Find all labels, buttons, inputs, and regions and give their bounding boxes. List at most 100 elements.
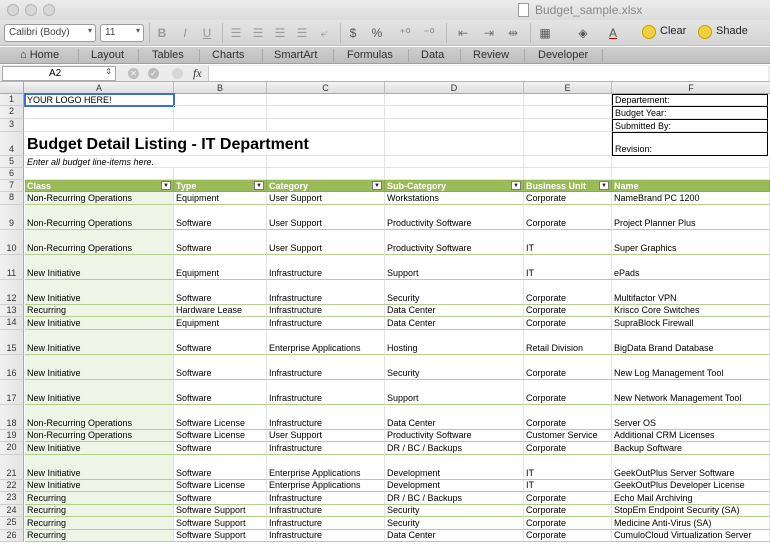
increase-decimal-icon[interactable]: ⁺⁰ (396, 24, 414, 42)
row-header[interactable]: 8 (0, 192, 24, 205)
row-header[interactable]: 24 (0, 504, 24, 517)
increase-indent-icon[interactable]: ⇥ (480, 24, 498, 42)
filter-dropdown-icon[interactable]: ▼ (254, 181, 264, 190)
cell-class[interactable]: Recurring (25, 517, 174, 530)
merge-cells-icon[interactable]: ⇹ (504, 24, 522, 42)
cell-sub-category[interactable]: Productivity Software (385, 429, 524, 442)
row-header[interactable]: 5 (0, 156, 24, 168)
cell-category[interactable]: Enterprise Applications (267, 454, 385, 480)
tab-data[interactable]: Data (421, 49, 444, 61)
cell-sub-category[interactable]: Data Center (385, 404, 524, 430)
row-header[interactable]: 12 (0, 279, 24, 305)
cell-name[interactable]: Krisco Core Switches (612, 304, 770, 317)
cell-type[interactable]: Software (174, 492, 267, 505)
cell-sub-category[interactable]: Productivity Software (385, 229, 524, 255)
row-header[interactable]: 13 (0, 304, 24, 317)
cell-business-unit[interactable]: Corporate (524, 204, 612, 230)
decrease-indent-icon[interactable]: ⇤ (454, 24, 472, 42)
cell-sub-category[interactable]: DR / BC / Backups (385, 492, 524, 505)
row-header[interactable]: 7 (0, 180, 24, 192)
cell-name[interactable]: CumuloCloud Virtualization Server (612, 529, 770, 542)
submitted-by-label[interactable]: Submitted By: (612, 119, 768, 132)
grid-cell[interactable] (612, 156, 770, 168)
cell-name[interactable]: Backup Software (612, 442, 770, 455)
grid-cell[interactable] (174, 106, 267, 119)
cell-class[interactable]: Non-Recurring Operations (25, 429, 174, 442)
cell-name[interactable]: NameBrand PC 1200 (612, 192, 770, 205)
cell-sub-category[interactable]: Development (385, 479, 524, 492)
spreadsheet-grid[interactable]: 1 YOUR LOGO HERE! Departement: 2 Budget … (0, 93, 770, 545)
cell-type[interactable]: Software (174, 379, 267, 405)
align-center-icon[interactable]: ☰ (250, 24, 266, 42)
formula-input[interactable] (208, 66, 768, 81)
column-header-d[interactable]: D (385, 82, 524, 94)
cell-sub-category[interactable]: Data Center (385, 304, 524, 317)
cell-type[interactable]: Equipment (174, 317, 267, 330)
row-header[interactable]: 19 (0, 429, 24, 442)
cell-business-unit[interactable]: Customer Service (524, 429, 612, 442)
cell-class[interactable]: Recurring (25, 304, 174, 317)
cell-type[interactable]: Software (174, 204, 267, 230)
row-header[interactable]: 6 (0, 168, 24, 180)
grid-cell[interactable] (524, 156, 612, 168)
column-header-e[interactable]: E (524, 82, 612, 94)
cell-type[interactable]: Software Support (174, 504, 267, 517)
font-name-select[interactable]: Calibri (Body) ▾ (4, 24, 96, 42)
cell-name[interactable]: New Log Management Tool (612, 354, 770, 380)
header-class[interactable]: Class ▼ (25, 180, 174, 192)
function-wizard-icon[interactable] (172, 68, 183, 79)
header-name[interactable]: Name (612, 180, 770, 192)
cell-business-unit[interactable]: Corporate (524, 379, 612, 405)
tab-formulas[interactable]: Formulas (347, 49, 393, 61)
cell-sub-category[interactable]: Support (385, 254, 524, 280)
cell-type[interactable]: Software (174, 229, 267, 255)
cell-type[interactable]: Equipment (174, 192, 267, 205)
revision-label[interactable]: Revision: (612, 132, 768, 156)
cell-class[interactable]: New Initiative (25, 279, 174, 305)
currency-button[interactable]: $ (346, 24, 360, 42)
cell-name[interactable]: Server OS (612, 404, 770, 430)
budget-year-label[interactable]: Budget Year: (612, 106, 768, 119)
cell-sub-category[interactable]: Productivity Software (385, 204, 524, 230)
cell-category[interactable]: Infrastructure (267, 529, 385, 542)
cell-category[interactable]: Infrastructure (267, 379, 385, 405)
department-label[interactable]: Departement: (612, 94, 768, 106)
header-category[interactable]: Category ▼ (267, 180, 385, 192)
fill-color-icon[interactable]: ◈ (574, 24, 592, 42)
cell-class[interactable]: New Initiative (25, 254, 174, 280)
grid-cell[interactable] (385, 156, 524, 168)
header-business-unit[interactable]: Business Unit ▼ (524, 180, 612, 192)
tab-charts[interactable]: Charts (212, 49, 244, 61)
cell-name[interactable]: Project Planner Plus (612, 204, 770, 230)
row-header[interactable]: 25 (0, 517, 24, 530)
page-title[interactable]: Budget Detail Listing - IT Department (25, 132, 385, 156)
cell-name[interactable]: Echo Mail Archiving (612, 492, 770, 505)
cell-name[interactable]: Additional CRM Licenses (612, 429, 770, 442)
cell-sub-category[interactable]: Data Center (385, 317, 524, 330)
cell-business-unit[interactable]: Corporate (524, 304, 612, 317)
cell-business-unit[interactable]: Corporate (524, 404, 612, 430)
cell-name[interactable]: Super Graphics (612, 229, 770, 255)
grid-cell[interactable] (524, 168, 612, 180)
cell-type[interactable]: Software Support (174, 529, 267, 542)
borders-icon[interactable]: ▦ (536, 24, 554, 42)
cell-category[interactable]: Infrastructure (267, 442, 385, 455)
tab-tables[interactable]: Tables (152, 49, 184, 61)
cancel-entry-icon[interactable]: ✕ (128, 68, 139, 79)
cell-category[interactable]: Infrastructure (267, 279, 385, 305)
cell-name[interactable]: Medicine Anti-Virus (SA) (612, 517, 770, 530)
cell-business-unit[interactable]: IT (524, 229, 612, 255)
cell-name[interactable]: New Network Management Tool (612, 379, 770, 405)
row-header[interactable]: 14 (0, 317, 24, 330)
cell-class[interactable]: Non-Recurring Operations (25, 192, 174, 205)
cell-sub-category[interactable]: Development (385, 454, 524, 480)
close-window-button[interactable] (7, 4, 19, 16)
cell-class[interactable]: New Initiative (25, 454, 174, 480)
tab-home[interactable]: ⌂ Home (20, 49, 59, 61)
cell-category[interactable]: Infrastructure (267, 517, 385, 530)
header-sub-category[interactable]: Sub-Category ▼ (385, 180, 524, 192)
cell-sub-category[interactable]: Hosting (385, 329, 524, 355)
cell-business-unit[interactable]: Corporate (524, 517, 612, 530)
cell-name[interactable]: StopEm Endpoint Security (SA) (612, 504, 770, 517)
row-header[interactable]: 21 (0, 454, 24, 480)
